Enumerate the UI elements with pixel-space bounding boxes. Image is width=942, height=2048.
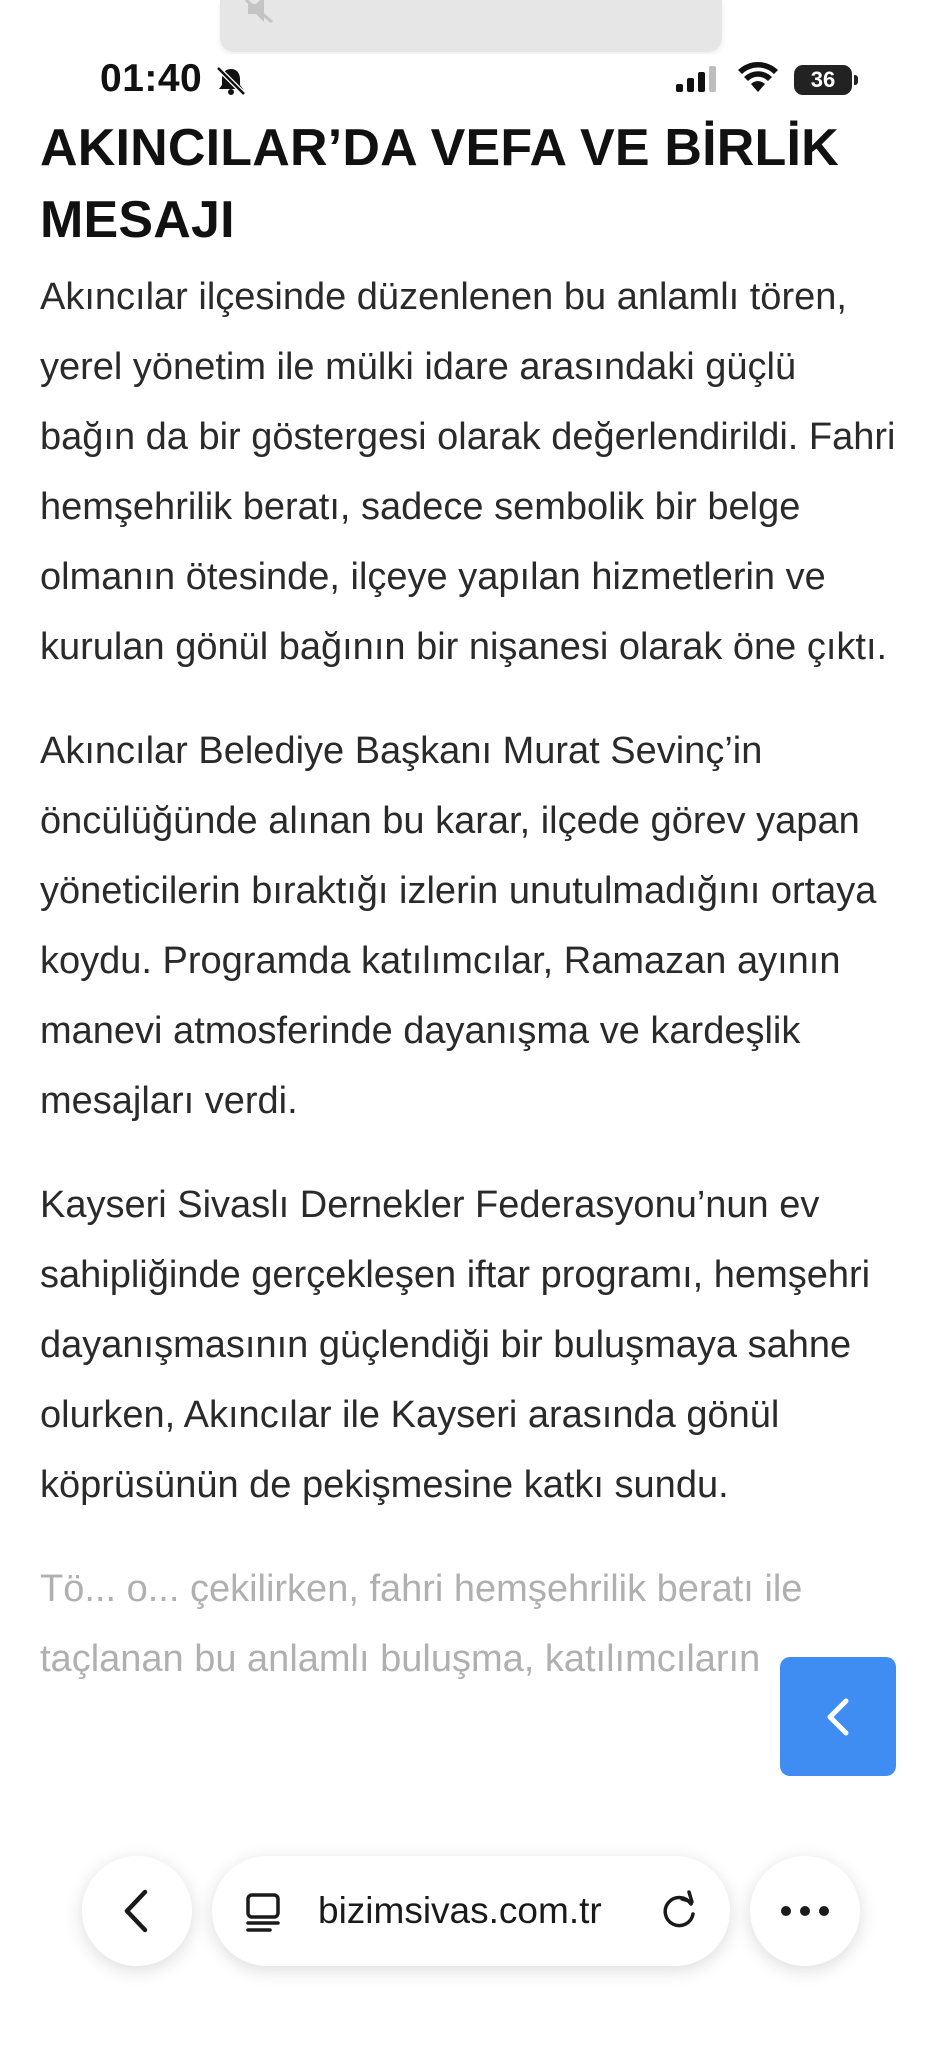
back-arrow-icon [124,1889,148,1933]
article-paragraph-partial: Tö... o... çekilirken, fahri hemşehrilik… [40,1568,803,1680]
more-button[interactable] [750,1856,860,1966]
address-bar[interactable]: bizimsivas.com.tr [212,1856,730,1966]
bell-off-icon [216,66,246,96]
chevron-left-icon [827,1698,849,1735]
more-icon [781,1906,829,1916]
wifi-icon [738,62,778,92]
url-text[interactable]: bizimsivas.com.tr [318,1856,602,1966]
battery-icon: 36 [794,65,858,95]
article-paragraph: Akıncılar Belediye Başkanı Murat Sevinç’… [40,730,877,1122]
signal-icon [676,66,716,92]
status-time: 01:40 [100,57,203,100]
status-bar: 01:40 36 [0,54,942,104]
floating-back-button[interactable] [780,1657,896,1776]
article-paragraph: Kayseri Sivaslı Dernekler Federasyonu’nu… [40,1184,871,1506]
article-headline: AKINCILAR’DA VEFA VE BİRLİK MESAJI [40,119,839,249]
notification-pill [220,0,722,52]
article: AKINCILAR’DA VEFA VE BİRLİK MESAJI Akınc… [40,112,900,1694]
reload-icon[interactable] [658,1890,700,1932]
article-paragraph: Akıncılar ilçesinde düzenlenen bu anlaml… [40,276,896,668]
mute-icon [242,0,286,24]
reader-icon [246,1893,280,1932]
browser-back-button[interactable] [82,1856,192,1966]
